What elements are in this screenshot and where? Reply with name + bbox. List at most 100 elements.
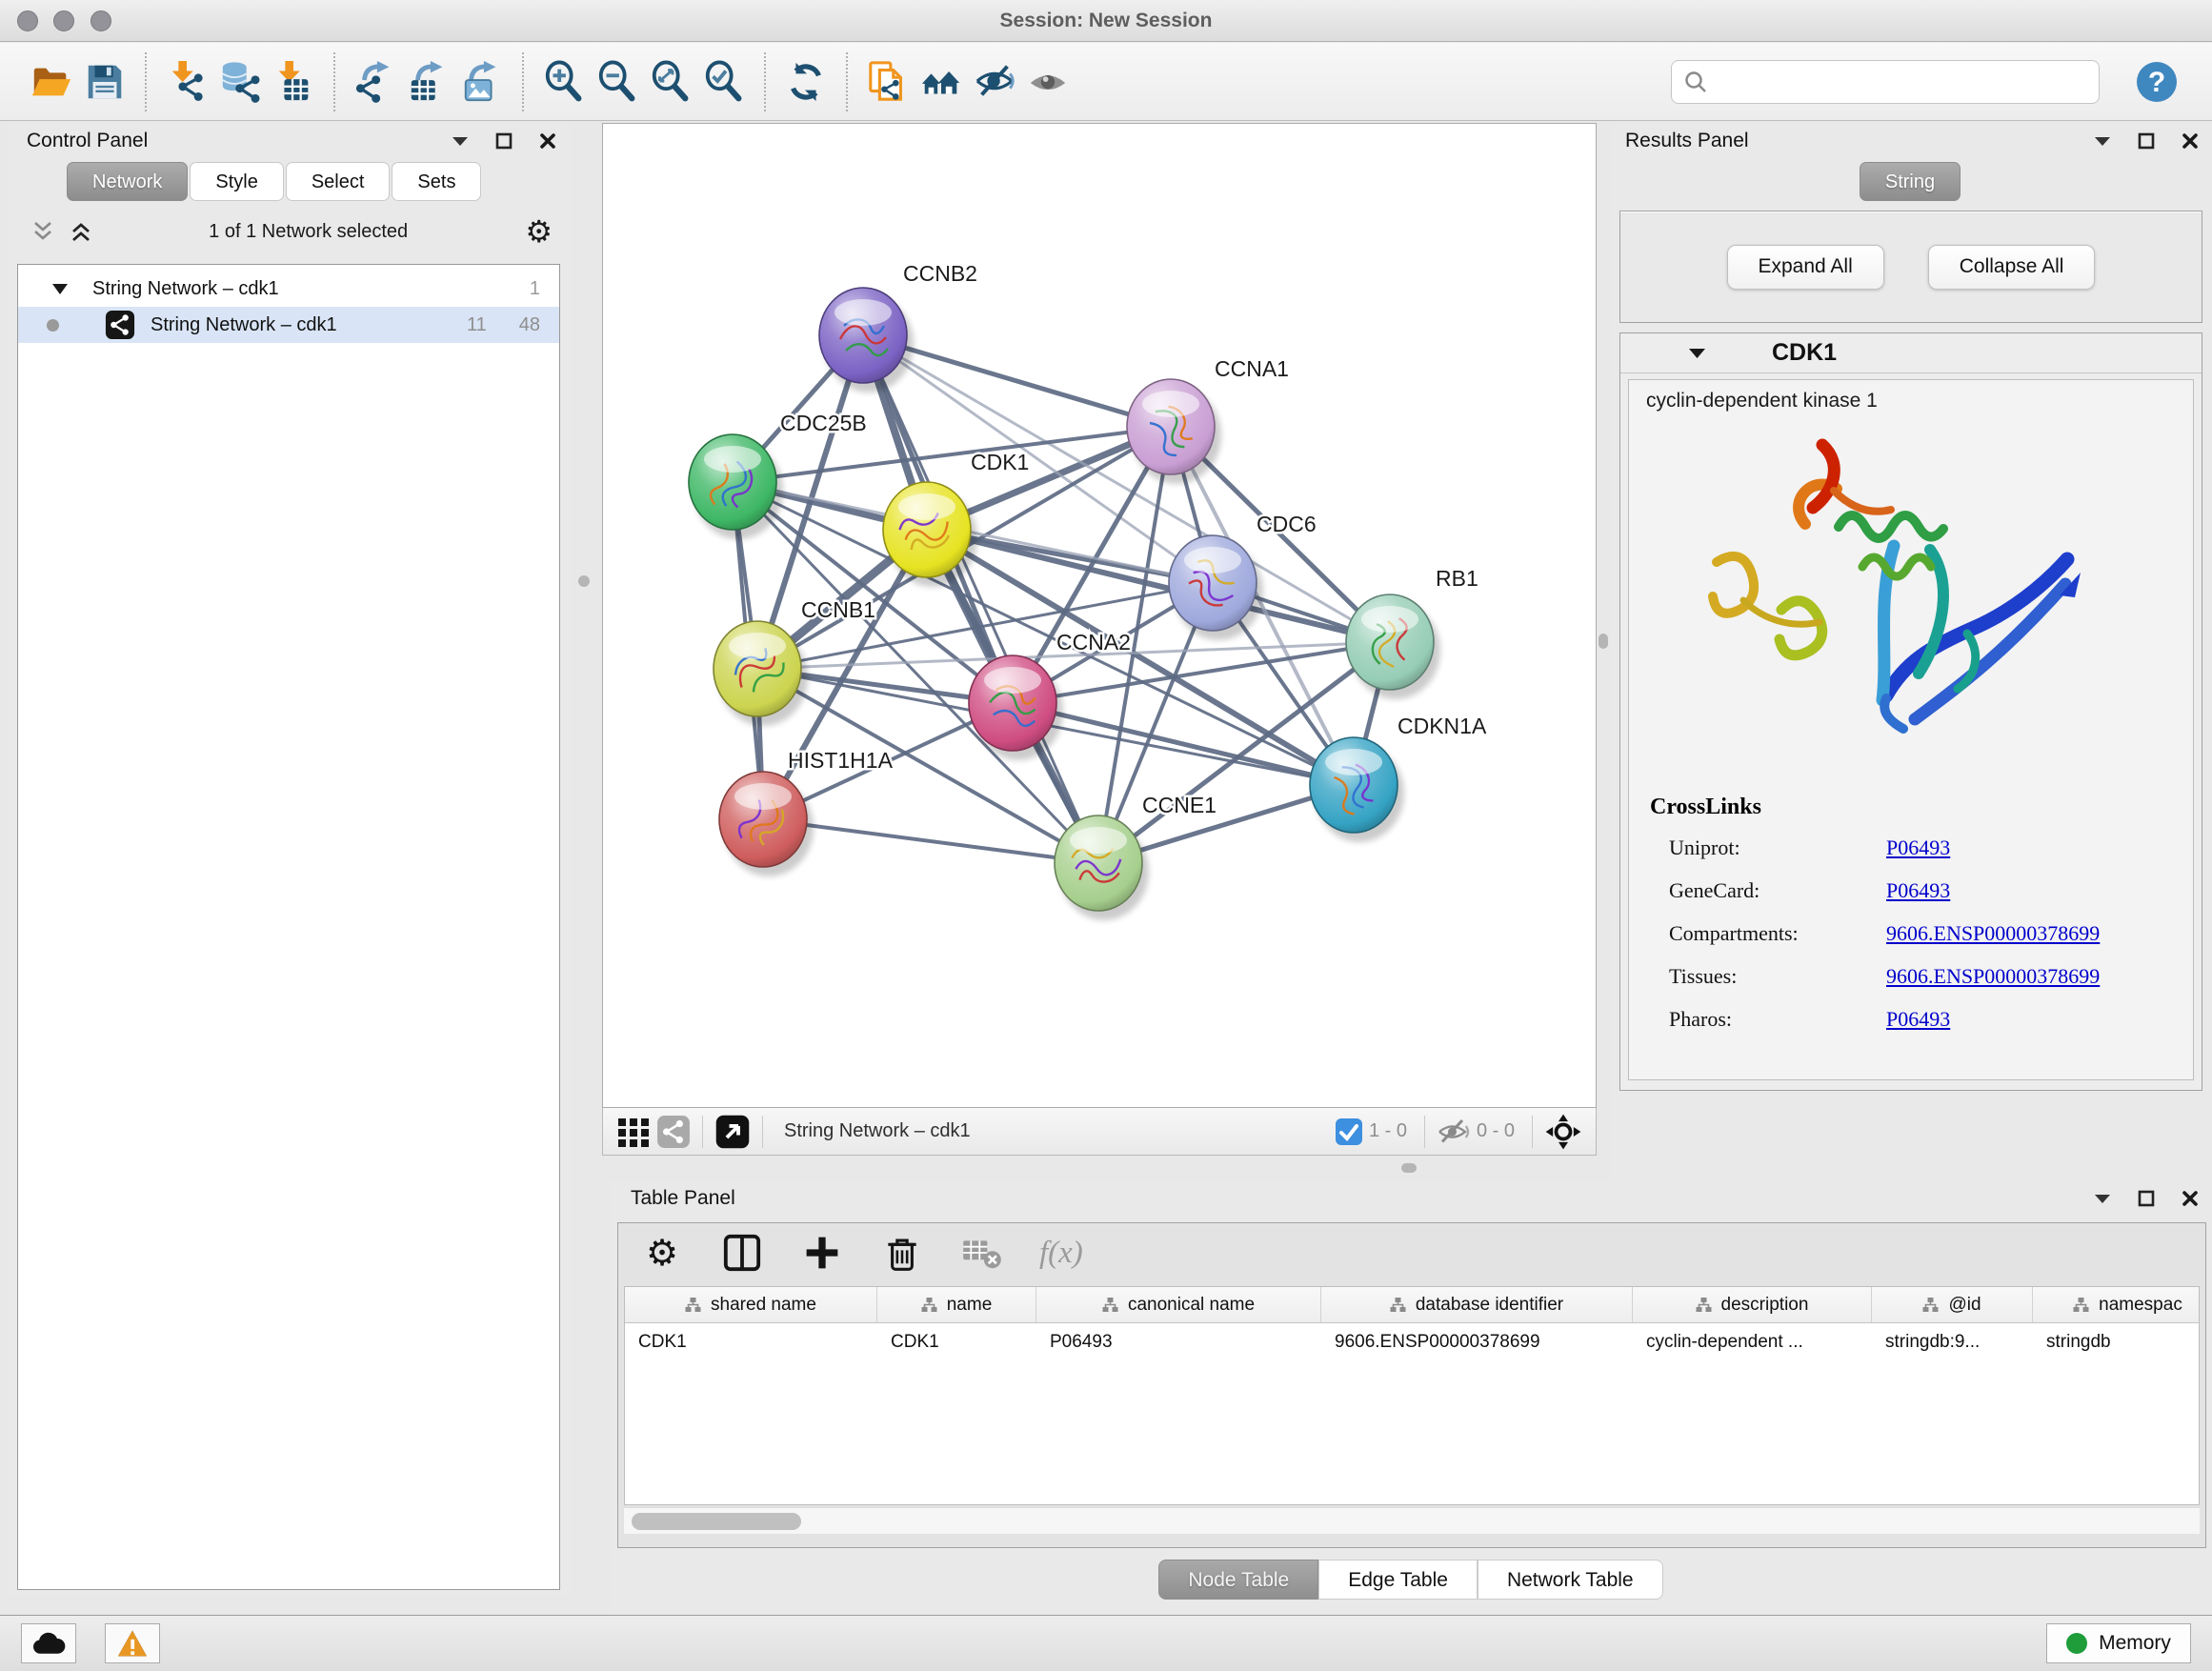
refresh-button[interactable] <box>779 52 833 111</box>
network-options-gear-icon[interactable]: ⚙ <box>525 216 553 247</box>
column-header-namespac[interactable]: namespac <box>2033 1287 2200 1322</box>
tab-node-table[interactable]: Node Table <box>1158 1560 1318 1600</box>
memory-button[interactable]: Memory <box>2046 1623 2191 1663</box>
crosslink-link[interactable]: 9606.ENSP00000378699 <box>1886 955 2100 997</box>
import-table-button[interactable] <box>267 52 320 111</box>
crosslink-label: Tissues: <box>1669 955 1886 997</box>
tab-style[interactable]: Style <box>190 162 283 201</box>
table-scrollbar-thumb[interactable] <box>632 1513 801 1530</box>
show-columns-icon[interactable] <box>719 1230 765 1276</box>
show-results-button[interactable] <box>1021 52 1075 111</box>
birds-eye-view-icon[interactable] <box>1544 1113 1582 1151</box>
bottom-splitter-grip[interactable] <box>1401 1163 1417 1173</box>
protein-collapse-caret-icon[interactable] <box>1689 348 1705 359</box>
results-float-icon[interactable] <box>2138 132 2155 150</box>
network-badge-gray-icon[interactable] <box>656 1115 691 1149</box>
selected-checkbox-icon[interactable] <box>1335 1117 1363 1146</box>
hidden-eye-slash-icon[interactable] <box>1437 1116 1471 1148</box>
column-header-shared-name[interactable]: shared name <box>625 1287 877 1322</box>
collapse-all-button[interactable]: Collapse All <box>1928 245 2096 290</box>
crosslink-link[interactable]: P06493 <box>1886 826 1950 869</box>
help-button[interactable]: ? <box>2134 59 2180 105</box>
delete-table-icon[interactable] <box>959 1230 1005 1276</box>
table-cell: 9606.ENSP00000378699 <box>1321 1323 1633 1361</box>
table-toolbar: ⚙ <box>618 1223 2205 1282</box>
results-collapse-icon[interactable] <box>2094 135 2111 147</box>
zoom-in-button[interactable] <box>537 52 591 111</box>
table-collapse-icon[interactable] <box>2094 1193 2111 1204</box>
tab-network[interactable]: Network <box>67 162 188 201</box>
right-splitter-grip[interactable] <box>1599 634 1608 649</box>
export-network-button[interactable] <box>349 52 402 111</box>
node-label-CDK1: CDK1 <box>971 450 1029 474</box>
panel-float-icon[interactable] <box>495 132 513 150</box>
cloud-status-button[interactable] <box>21 1623 76 1663</box>
table-row[interactable]: CDK1CDK1P064939606.ENSP00000378699cyclin… <box>625 1323 2199 1361</box>
import-network-button[interactable] <box>160 52 213 111</box>
expand-all-networks-icon[interactable] <box>70 221 91 242</box>
tab-network-table[interactable]: Network Table <box>1478 1560 1663 1600</box>
tab-edge-table[interactable]: Edge Table <box>1318 1560 1478 1600</box>
column-header-canonical-name[interactable]: canonical name <box>1036 1287 1321 1322</box>
network-collection-row[interactable]: String Network – cdk1 1 <box>18 271 559 307</box>
delete-column-trash-icon[interactable] <box>879 1230 925 1276</box>
network-node-HIST1H1A[interactable] <box>719 772 814 876</box>
grid-view-icon[interactable] <box>616 1115 651 1149</box>
table-float-icon[interactable] <box>2138 1190 2155 1207</box>
zoom-selected-button[interactable] <box>697 52 751 111</box>
column-header-database-identifier[interactable]: database identifier <box>1321 1287 1633 1322</box>
open-session-button[interactable] <box>25 52 78 111</box>
column-header-@id[interactable]: @id <box>1872 1287 2033 1322</box>
collection-expand-caret-icon[interactable] <box>52 284 68 294</box>
crosslink-link[interactable]: P06493 <box>1886 869 1950 912</box>
table-options-gear-icon[interactable]: ⚙ <box>639 1230 685 1276</box>
crosslink-link[interactable]: P06493 <box>1886 997 1950 1040</box>
save-session-button[interactable] <box>78 52 131 111</box>
search-input[interactable] <box>1718 70 2087 92</box>
expand-all-button[interactable]: Expand All <box>1727 245 1884 290</box>
column-header-name[interactable]: name <box>877 1287 1036 1322</box>
copy-network-button[interactable] <box>861 52 915 111</box>
zoom-fit-button[interactable] <box>644 52 697 111</box>
zoom-out-button[interactable] <box>591 52 644 111</box>
warnings-button[interactable] <box>105 1623 160 1663</box>
import-network-database-button[interactable] <box>213 52 267 111</box>
function-builder-icon[interactable]: f(x) <box>1039 1236 1083 1271</box>
network-node-CDC25B[interactable] <box>689 434 783 539</box>
network-node-CCNA1[interactable] <box>1127 379 1221 484</box>
network-edge[interactable] <box>863 335 1098 863</box>
export-image-button[interactable] <box>455 52 509 111</box>
network-item-row[interactable]: String Network – cdk1 11 48 <box>18 307 559 343</box>
network-edge[interactable] <box>1013 703 1354 785</box>
network-node-CDK1[interactable] <box>883 482 977 587</box>
search-box[interactable] <box>1671 60 2100 104</box>
tab-string[interactable]: String <box>1860 162 1961 201</box>
table-horizontal-scrollbar[interactable] <box>624 1507 2200 1534</box>
network-node-CDKN1A[interactable] <box>1310 737 1404 842</box>
open-in-new-window-icon[interactable] <box>714 1114 751 1150</box>
panel-collapse-icon[interactable] <box>452 135 469 147</box>
tab-sets[interactable]: Sets <box>392 162 481 201</box>
column-header-label: canonical name <box>1128 1295 1255 1316</box>
panel-close-icon[interactable] <box>539 132 556 150</box>
tab-select[interactable]: Select <box>286 162 391 201</box>
crosslink-link[interactable]: 9606.ENSP00000378699 <box>1886 912 2100 955</box>
network-node-CDC6[interactable] <box>1169 535 1263 640</box>
network-node-RB1[interactable] <box>1346 594 1440 699</box>
network-node-CCNE1[interactable] <box>1055 815 1149 920</box>
network-item-label: String Network – cdk1 <box>151 314 337 336</box>
network-canvas[interactable]: CCNB2CCNA1CDC25BCDK1CDC6RB1CCNB1CCNA2CDK… <box>602 123 1597 1108</box>
column-header-description[interactable]: description <box>1633 1287 1872 1322</box>
hide-results-button[interactable] <box>968 52 1021 111</box>
results-close-icon[interactable] <box>2182 132 2199 150</box>
export-table-button[interactable] <box>402 52 455 111</box>
table-close-icon[interactable] <box>2182 1190 2199 1207</box>
network-edge[interactable] <box>927 530 1390 642</box>
network-node-CCNB2[interactable] <box>819 288 914 393</box>
export-table-icon <box>407 60 451 104</box>
create-column-plus-icon[interactable] <box>799 1230 845 1276</box>
string-home-button[interactable] <box>915 52 968 111</box>
left-splitter-grip[interactable] <box>578 575 590 587</box>
export-image-icon <box>460 60 504 104</box>
collapse-all-networks-icon[interactable] <box>32 221 53 242</box>
